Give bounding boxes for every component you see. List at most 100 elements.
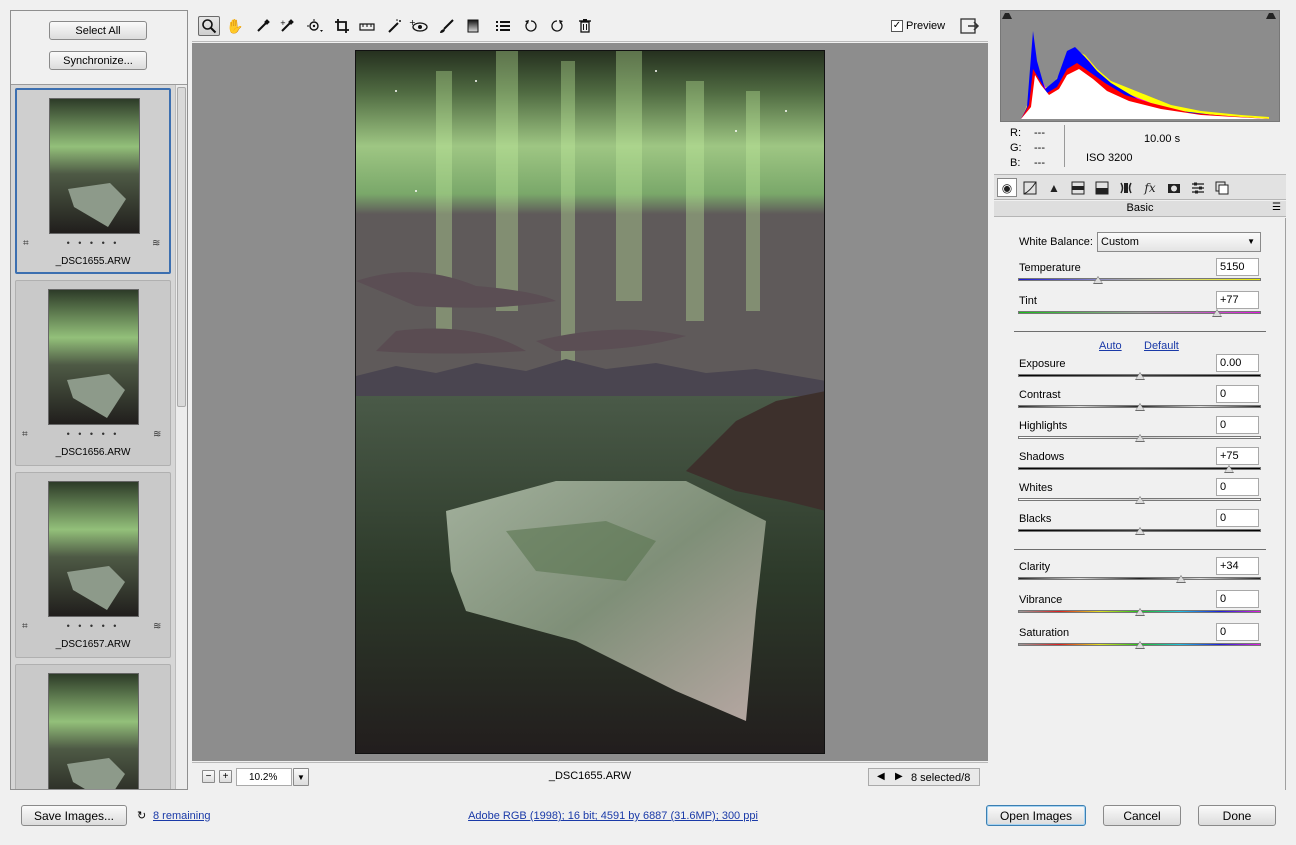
rotate-right-icon[interactable]	[546, 16, 568, 36]
filmstrip-item[interactable]: ⌗ • • • • • ≋ _DSC1657.ARW	[15, 472, 171, 658]
graduated-filter-icon[interactable]	[462, 16, 484, 36]
thumbnail-image	[49, 98, 140, 234]
previous-image-icon[interactable]: ◀	[877, 771, 885, 782]
basic-tab-icon[interactable]: ◉	[997, 178, 1017, 197]
filmstrip-item[interactable]: ⌗ • • • • • ≋ _DSC1655.ARW	[15, 88, 171, 274]
select-all-button[interactable]: Select All	[49, 21, 147, 40]
shadows-slider-thumb[interactable]	[1224, 465, 1234, 473]
highlight-clipping-warning-icon[interactable]	[1263, 12, 1277, 24]
clarity-label: Clarity	[1019, 561, 1051, 573]
trash-icon[interactable]	[574, 16, 596, 36]
auto-link[interactable]: Auto	[1099, 340, 1122, 352]
thumbnail-filename: _DSC1655.ARW	[55, 256, 131, 267]
saturation-value-field[interactable]: 0	[1216, 623, 1259, 641]
open-images-button[interactable]: Open Images	[986, 805, 1086, 826]
white-balance-select[interactable]: Custom ▼	[1097, 232, 1261, 252]
rating-dots[interactable]: • • • • •	[16, 429, 170, 439]
clarity-slider-thumb[interactable]	[1176, 575, 1186, 583]
exposure-value-field[interactable]: 0.00	[1216, 354, 1259, 372]
rgb-info: R: --- G: --- B: --- 10.00 s ISO 3200	[994, 122, 1286, 172]
synchronize-button[interactable]: Synchronize...	[49, 51, 147, 70]
workflow-options-link[interactable]: Adobe RGB (1998); 16 bit; 4591 by 6887 (…	[0, 810, 1296, 822]
whites-label: Whites	[1019, 482, 1053, 494]
clarity-slider-track[interactable]	[1018, 577, 1261, 580]
panel-title: Basic	[1126, 202, 1154, 214]
zoom-icon[interactable]	[198, 16, 220, 36]
blacks-slider-thumb[interactable]	[1135, 527, 1145, 535]
temperature-value-field[interactable]: 5150	[1216, 258, 1259, 276]
exposure-label: Exposure	[1019, 358, 1066, 370]
svg-text:+: +	[409, 18, 416, 27]
filmstrip-item[interactable]	[15, 664, 171, 789]
filmstrip-item[interactable]: ⌗ • • • • • ≋ _DSC1656.ARW	[15, 280, 171, 466]
blacks-value-field[interactable]: 0	[1216, 509, 1259, 527]
next-image-icon[interactable]: ▶	[895, 771, 903, 782]
preview-label: Preview	[906, 20, 946, 32]
bottom-bar: Save Images... ↻ 8 remaining Adobe RGB (…	[0, 795, 1296, 845]
tint-slider-thumb[interactable]	[1212, 309, 1222, 317]
adjustment-brush-icon[interactable]	[436, 16, 458, 36]
highlights-slider-thumb[interactable]	[1135, 434, 1145, 442]
tint-slider-track[interactable]	[1018, 311, 1261, 314]
shadows-label: Shadows	[1019, 451, 1065, 463]
detail-tab-icon[interactable]: ▲	[1044, 178, 1064, 197]
temperature-label: Temperature	[1019, 262, 1081, 274]
shadows-value-field[interactable]: +75	[1216, 447, 1259, 465]
preview-canvas[interactable]	[192, 43, 988, 761]
split-toning-tab-icon[interactable]	[1092, 178, 1112, 197]
filmstrip-scrollbar[interactable]	[175, 85, 187, 789]
lens-corrections-tab-icon[interactable]	[1116, 178, 1136, 197]
vibrance-label: Vibrance	[1019, 594, 1063, 606]
done-button[interactable]: Done	[1198, 805, 1276, 826]
r-label: R:	[1010, 127, 1021, 139]
saturation-slider-thumb[interactable]	[1135, 641, 1145, 649]
contrast-value-field[interactable]: 0	[1216, 385, 1259, 403]
color-sampler-icon[interactable]: +	[276, 16, 298, 36]
red-eye-icon[interactable]: +	[408, 16, 430, 36]
preview-checkbox[interactable]: ✓	[891, 20, 903, 32]
shadow-clipping-warning-icon[interactable]	[1003, 12, 1017, 24]
crop-icon[interactable]	[332, 16, 354, 36]
rating-dots[interactable]: • • • • •	[16, 621, 170, 631]
selection-count: 8 selected/8	[911, 772, 971, 784]
whites-value-field[interactable]: 0	[1216, 478, 1259, 496]
hand-icon[interactable]: ✋	[224, 16, 246, 36]
whites-slider-thumb[interactable]	[1135, 496, 1145, 504]
effects-tab-icon[interactable]: fx	[1140, 178, 1160, 197]
preferences-icon[interactable]	[492, 16, 514, 36]
straighten-icon[interactable]	[356, 16, 378, 36]
g-label: G:	[1010, 142, 1022, 154]
thumbnail-image	[48, 481, 139, 617]
highlights-value-field[interactable]: 0	[1216, 416, 1259, 434]
blacks-label: Blacks	[1019, 513, 1052, 525]
exposure-slider-thumb[interactable]	[1135, 372, 1145, 380]
temperature-slider-thumb[interactable]	[1093, 276, 1103, 284]
presets-tab-icon[interactable]	[1188, 178, 1208, 197]
vibrance-slider-thumb[interactable]	[1135, 608, 1145, 616]
temperature-slider-track[interactable]	[1018, 278, 1261, 281]
shutter-speed: 10.00 s	[1144, 133, 1181, 145]
white-balance-icon[interactable]	[252, 16, 274, 36]
hsl-tab-icon[interactable]	[1068, 178, 1088, 197]
g-value: ---	[1034, 142, 1045, 154]
scrollbar-thumb[interactable]	[177, 87, 186, 407]
fullscreen-toggle-icon[interactable]	[960, 17, 980, 35]
info-divider	[1064, 125, 1065, 167]
rotate-left-icon[interactable]	[520, 16, 542, 36]
thumbnail-filename: _DSC1656.ARW	[55, 447, 131, 458]
targeted-adjustment-icon[interactable]	[304, 16, 326, 36]
spot-removal-icon[interactable]	[384, 16, 406, 36]
panel-menu-icon[interactable]: ☰	[1272, 202, 1281, 213]
camera-calibration-tab-icon[interactable]	[1164, 178, 1184, 197]
snapshots-tab-icon[interactable]	[1212, 178, 1232, 197]
clarity-value-field[interactable]: +34	[1216, 557, 1259, 575]
rating-dots[interactable]: • • • • •	[17, 238, 169, 248]
highlights-label: Highlights	[1019, 420, 1068, 432]
default-link[interactable]: Default	[1144, 340, 1179, 352]
tint-value-field[interactable]: +77	[1216, 291, 1259, 309]
contrast-slider-thumb[interactable]	[1135, 403, 1145, 411]
vibrance-value-field[interactable]: 0	[1216, 590, 1259, 608]
cancel-button[interactable]: Cancel	[1103, 805, 1181, 826]
section-divider	[1014, 549, 1266, 550]
tone-curve-tab-icon[interactable]	[1020, 178, 1040, 197]
